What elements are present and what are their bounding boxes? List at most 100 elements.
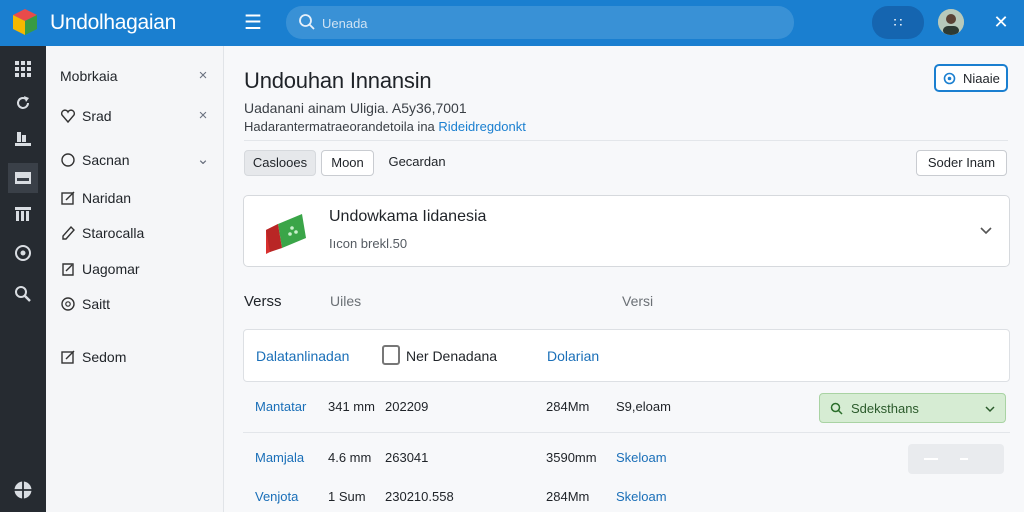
sidebar-item-sedom[interactable]: Sedom <box>46 342 224 372</box>
globe-icon <box>14 481 32 499</box>
sidebar-item-label: Starocalla <box>82 225 145 241</box>
sidebar-item-uagomar[interactable]: Uagomar <box>46 254 224 284</box>
pen-icon <box>62 225 75 240</box>
rail-item-search[interactable] <box>8 279 38 309</box>
hamburger-menu-icon[interactable]: ☰ <box>240 12 266 34</box>
chevron-down-icon[interactable]: ⌄ <box>194 151 212 169</box>
tab-moon[interactable]: Moon <box>321 150 374 176</box>
search-input[interactable] <box>322 12 762 34</box>
table-header-cell: Ner Denadana <box>406 348 498 364</box>
shelf-icon <box>15 132 31 146</box>
rail-item-downloads[interactable] <box>8 163 38 193</box>
row-size: 284Mm <box>546 399 590 414</box>
download-button-label: Sdeksthans <box>851 401 919 416</box>
tab-gecardan[interactable]: Gecardan <box>382 150 452 176</box>
column-header: Verss <box>244 293 282 310</box>
row-size: 3590mm <box>546 450 597 465</box>
apps-button[interactable]: ∷ <box>872 6 924 39</box>
rail-item-shelf[interactable] <box>8 124 38 154</box>
card-subtitle: Iıcon brekl.50 <box>329 236 408 251</box>
table-row[interactable]: Venjota 1 Sum 230210.558 284Mm Skeloam <box>243 478 1010 512</box>
refresh-icon <box>17 96 29 109</box>
sidebar-item-label: Uagomar <box>82 261 140 277</box>
placeholder-bar <box>924 458 938 460</box>
edit-icon <box>61 350 75 364</box>
package-card[interactable]: Undowkama Iidanesia Iıcon brekl.50 <box>243 195 1010 267</box>
disabled-button <box>908 444 1004 474</box>
row-name-link[interactable]: Mantatar <box>255 399 306 414</box>
row-size: 284Mm <box>546 489 590 504</box>
divider <box>244 140 1008 141</box>
rail-item-grid[interactable] <box>8 54 38 84</box>
row-size: 1 Sum <box>328 489 366 504</box>
sidebar-item-naridan[interactable]: Naridan <box>46 183 224 213</box>
sidebar-item-label: Sedom <box>82 349 127 365</box>
meta-link[interactable]: Rideidregdonkt <box>438 119 525 134</box>
sidebar-item-srad[interactable]: Srad × <box>46 101 224 131</box>
note-icon <box>62 263 74 276</box>
sidebar: Mobrkaia × Srad × Sacnan ⌄ Naridan Staro… <box>46 46 224 512</box>
avatar[interactable] <box>938 9 964 35</box>
search-icon <box>830 402 843 415</box>
page-title: Undouhan Innansin <box>244 68 432 93</box>
close-icon[interactable]: × <box>194 67 212 85</box>
row-divider <box>243 432 1010 433</box>
top-action-label: Niaaie <box>963 71 1000 86</box>
placeholder-bar <box>960 458 968 460</box>
checkbox[interactable] <box>382 345 400 365</box>
search-icon <box>15 286 31 302</box>
download-button[interactable]: Sdeksthans <box>819 393 1006 423</box>
sidebar-item-saitt[interactable]: Saitt <box>46 289 224 319</box>
meta-line: Uadanani ainam Uligia. A5y36,7001 <box>244 100 467 116</box>
table-header-cell[interactable]: Dalatanlinadan <box>256 348 349 364</box>
sidebar-item-mobrkaia[interactable]: Mobrkaia × <box>46 61 224 91</box>
meta-line: Hadarantermatraeorandetoila ina Rideidre… <box>244 119 526 134</box>
row-status-link[interactable]: Skeloam <box>616 489 667 504</box>
chevron-down-icon <box>985 406 995 413</box>
grid-icon <box>15 61 31 77</box>
rail-item-library[interactable] <box>8 199 38 229</box>
library-icon <box>15 207 31 221</box>
heart-icon <box>60 109 76 124</box>
column-header: Uiles <box>330 293 362 309</box>
table-header: Dalatanlinadan Ner Denadana Dolarian <box>243 329 1010 382</box>
tab-caslooes[interactable]: Caslooes <box>244 150 316 176</box>
circle-icon <box>61 153 75 167</box>
app-logo-icon <box>13 9 37 35</box>
user-avatar-icon <box>938 9 964 35</box>
sidebar-item-label: Srad <box>82 108 112 124</box>
table-row[interactable]: Mamjala 4.6 mm 263041 3590mm Skeloam <box>243 439 1010 479</box>
row-status: S9,eloam <box>616 399 671 414</box>
top-bar: Undolhagaian ☰ ∷ ✕ <box>0 0 1024 46</box>
row-status-link[interactable]: Skeloam <box>616 450 667 465</box>
sidebar-item-label: Saitt <box>82 296 111 312</box>
top-action-button[interactable]: Niaaie <box>934 64 1008 92</box>
download-icon <box>15 172 31 184</box>
edit-icon <box>61 191 75 205</box>
column-header: Versi <box>622 293 654 309</box>
row-name-link[interactable]: Mamjala <box>255 450 304 465</box>
row-date: 230210.558 <box>385 489 454 504</box>
sidebar-item-label: Naridan <box>82 190 132 206</box>
sidebar-item-label: Sacnan <box>82 152 130 168</box>
sort-button[interactable]: Soder Inam <box>916 150 1007 176</box>
rail-item-globe[interactable] <box>8 475 38 505</box>
row-date: 263041 <box>385 450 429 465</box>
settings-icon <box>61 297 75 311</box>
chevron-down-icon[interactable] <box>978 222 994 238</box>
sidebar-item-starocalla[interactable]: Starocalla <box>46 218 224 248</box>
search-icon <box>299 14 315 30</box>
table-header-cell[interactable]: Dolarian <box>547 348 599 364</box>
package-icon <box>266 214 306 254</box>
row-name-link[interactable]: Venjota <box>255 489 298 504</box>
row-size: 341 mm <box>328 399 375 414</box>
app-title: Undolhagaian <box>50 11 177 34</box>
rail-item-refresh[interactable] <box>8 88 38 118</box>
close-icon[interactable]: ✕ <box>990 10 1012 34</box>
sidebar-item-sacnan[interactable]: Sacnan ⌄ <box>46 145 224 175</box>
row-size: 4.6 mm <box>328 450 372 465</box>
row-date: 202209 <box>385 399 429 414</box>
rail-item-compass[interactable] <box>8 238 38 268</box>
close-icon[interactable]: × <box>194 107 212 125</box>
search-bar[interactable] <box>286 6 794 39</box>
